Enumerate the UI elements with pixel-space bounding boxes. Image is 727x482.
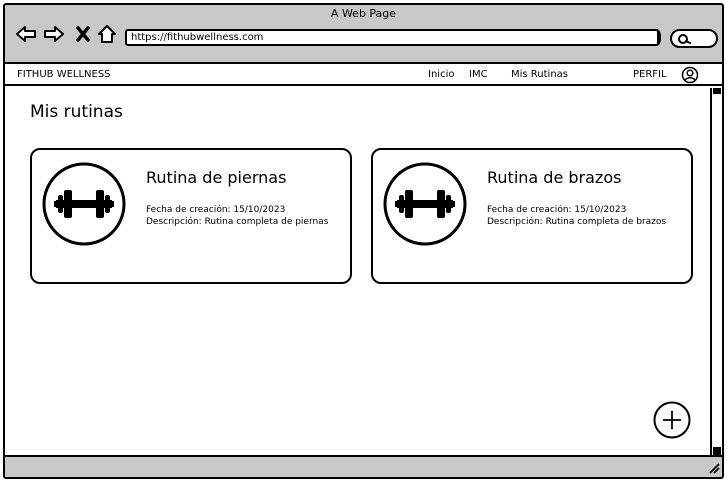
resize-grip-icon[interactable] <box>708 462 720 474</box>
dumbbell-icon <box>383 162 467 246</box>
routine-title: Rutina de piernas <box>146 168 287 187</box>
scroll-up-handle[interactable] <box>713 88 721 94</box>
url-bar-end <box>655 29 662 46</box>
routine-title: Rutina de brazos <box>487 168 622 187</box>
site-brand[interactable]: FITHUB WELLNESS <box>17 64 111 86</box>
site-navbar: FITHUB WELLNESS Inicio IMC Mis Rutinas P… <box>5 64 722 86</box>
nav-link-perfil[interactable]: PERFIL <box>633 64 667 86</box>
plus-icon[interactable] <box>653 401 691 439</box>
user-icon[interactable] <box>681 66 699 84</box>
search-icon <box>678 34 691 44</box>
back-button[interactable] <box>15 22 37 46</box>
routine-card-piernas[interactable]: Rutina de piernas Fecha de creación: 15/… <box>30 148 352 284</box>
page-title: Mis rutinas <box>30 102 123 122</box>
routine-date: Fecha de creación: 15/10/2023 <box>146 205 286 215</box>
browser-search[interactable] <box>670 29 718 48</box>
routine-description: Descripción: Rutina completa de brazos <box>487 217 667 227</box>
home-button[interactable] <box>97 22 117 46</box>
back-arrow-icon <box>16 26 36 42</box>
forward-button[interactable] <box>43 22 65 46</box>
forward-arrow-icon <box>44 26 64 42</box>
nav-link-inicio[interactable]: Inicio <box>428 64 454 86</box>
home-icon <box>98 25 116 43</box>
browser-window: A Web Page https://fithubwellness.com FI… <box>3 3 724 479</box>
status-bar <box>5 459 722 477</box>
stop-button[interactable] <box>75 22 91 46</box>
routine-card-brazos[interactable]: Rutina de brazos Fecha de creación: 15/1… <box>371 148 693 284</box>
dumbbell-icon <box>42 162 126 246</box>
page-viewport: FITHUB WELLNESS Inicio IMC Mis Rutinas P… <box>5 62 722 457</box>
nav-link-imc[interactable]: IMC <box>469 64 488 86</box>
window-title: A Web Page <box>330 7 397 20</box>
nav-link-mis-rutinas[interactable]: Mis Rutinas <box>511 64 568 86</box>
url-input[interactable]: https://fithubwellness.com <box>125 29 659 46</box>
main-content: Mis rutinas Rutina de piernas Fecha de c… <box>5 88 710 455</box>
routine-date: Fecha de creación: 15/10/2023 <box>487 205 627 215</box>
scroll-down-handle[interactable] <box>713 447 721 455</box>
vertical-scrollbar[interactable] <box>710 88 722 455</box>
routine-description: Descripción: Rutina completa de piernas <box>146 217 329 227</box>
close-x-icon <box>76 26 90 42</box>
